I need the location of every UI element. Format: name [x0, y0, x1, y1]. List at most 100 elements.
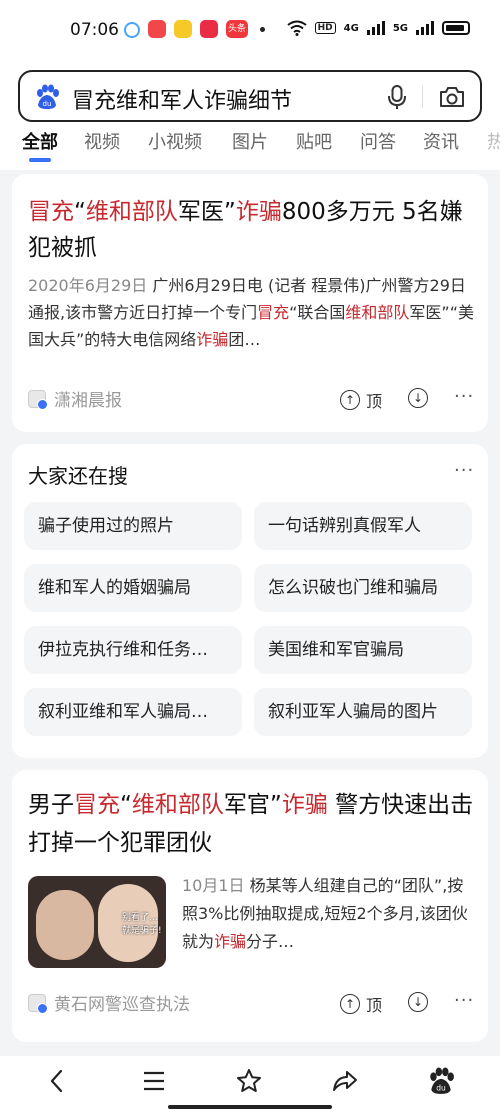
result-title[interactable]: 男子冒充“维和部队军官”诈骗 警方快速出击打掉一个犯罪团伙	[28, 786, 476, 862]
bottom-navigation: du	[0, 1056, 500, 1111]
upvote-button[interactable]: ↑ 顶	[340, 388, 382, 412]
tab-news[interactable]: 资讯	[423, 128, 459, 154]
star-icon	[237, 1069, 261, 1092]
tab-images[interactable]: 图片	[232, 128, 268, 154]
tab-short-video[interactable]: 小视频	[148, 128, 202, 154]
related-searches-title: 大家还在搜	[28, 464, 128, 488]
app-notification-icon	[124, 21, 140, 38]
signal-icon	[366, 21, 385, 35]
baidu-paw-icon: du	[37, 84, 59, 109]
search-box[interactable]: du 冒充维和军人诈骗细节	[18, 70, 482, 122]
svg-text:du: du	[436, 1084, 446, 1093]
related-search-chip[interactable]: 怎么识破也门维和骗局	[254, 564, 472, 612]
notification-icons: 头条	[124, 20, 265, 38]
upvote-button[interactable]: ↑ 顶	[340, 992, 382, 1016]
upvote-label: 顶	[366, 996, 383, 1015]
related-searches-card: 大家还在搜 ··· 骗子使用过的照片 一句话辨别真假军人 维和军人的婚姻骗局 怎…	[12, 444, 488, 758]
result-thumbnail[interactable]: 别看了… 就是骗子!	[28, 876, 166, 968]
highlighted-keyword: 维和部队	[345, 303, 410, 322]
share-icon	[333, 1071, 357, 1091]
text-segment: “	[74, 199, 86, 225]
result-date: 10月1日	[182, 876, 245, 895]
arrow-up-icon: ↑	[340, 390, 360, 410]
text-segment: 军官”	[223, 792, 282, 818]
related-search-chip[interactable]: 叙利亚维和军人骗局…	[24, 688, 242, 736]
tab-all[interactable]: 全部	[22, 128, 58, 154]
upvote-label: 顶	[366, 392, 383, 411]
arrow-up-icon: ↑	[340, 994, 360, 1014]
tab-qa[interactable]: 问答	[360, 128, 396, 154]
result-date: 2020年6月29日	[28, 276, 148, 295]
more-options-icon[interactable]: ···	[454, 386, 474, 407]
result-source[interactable]: 潇湘晨报	[28, 386, 122, 411]
battery-icon	[442, 21, 470, 35]
related-search-chip[interactable]: 美国维和军官骗局	[254, 626, 472, 674]
highlighted-keyword: 诈骗	[196, 330, 229, 349]
text-segment: 男子	[28, 792, 74, 818]
baidu-paw-icon: du	[430, 1067, 454, 1094]
search-result-card[interactable]: 冒充“维和部队军医”诈骗800多万元 5名嫌犯被抓 2020年6月29日 广州6…	[12, 174, 488, 432]
related-search-chip[interactable]: 维和军人的婚姻骗局	[24, 564, 242, 612]
more-options-icon[interactable]: ···	[454, 990, 474, 1011]
status-time: 07:06	[70, 20, 119, 40]
microphone-icon[interactable]	[384, 84, 410, 110]
highlighted-keyword: 诈骗	[235, 199, 282, 225]
menu-button[interactable]	[139, 1066, 169, 1096]
app-notification-icon	[148, 20, 166, 38]
highlighted-keyword: 冒充	[257, 303, 290, 322]
result-title[interactable]: 冒充“维和部队军医”诈骗800多万元 5名嫌犯被抓	[28, 194, 476, 266]
home-indicator	[168, 1105, 332, 1109]
back-arrow-icon	[50, 1069, 63, 1093]
source-name: 潇湘晨报	[54, 391, 122, 411]
menu-icon	[144, 1071, 164, 1091]
text-segment: 分子…	[246, 932, 295, 951]
search-result-card[interactable]: 男子冒充“维和部队军官”诈骗 警方快速出击打掉一个犯罪团伙 别看了… 就是骗子!…	[12, 770, 488, 1042]
source-name: 黄石网警巡查执法	[54, 995, 190, 1015]
text-segment: 军医”	[177, 199, 236, 225]
wifi-icon	[287, 20, 307, 36]
photo-face	[36, 890, 94, 960]
tab-hot[interactable]: 热	[487, 128, 500, 154]
status-bar: 07:06 头条 HD 4G 5G	[0, 0, 500, 62]
result-snippet: 10月1日 杨某等人组建自己的“团队”,按照3%比例抽取提成,短短2个多月,该团…	[182, 872, 474, 958]
active-tab-indicator	[29, 158, 51, 162]
thumbnail-caption: 别看了… 就是骗子!	[122, 913, 162, 936]
related-search-chip[interactable]: 伊拉克执行维和任务…	[24, 626, 242, 674]
highlighted-keyword: 诈骗	[281, 792, 328, 818]
tab-tieba[interactable]: 贴吧	[296, 128, 332, 154]
more-options-icon[interactable]: ···	[454, 460, 474, 481]
tab-video[interactable]: 视频	[84, 128, 120, 154]
divider	[422, 86, 423, 108]
hd-icon: HD	[314, 22, 336, 34]
text-segment: “	[120, 792, 132, 818]
app-notification-icon	[174, 20, 192, 38]
downvote-button[interactable]: ↓	[408, 992, 428, 1012]
signal-icon	[416, 21, 434, 35]
more-notifications-dot	[260, 26, 265, 32]
source-avatar-icon	[28, 389, 48, 410]
share-button[interactable]	[330, 1066, 360, 1096]
back-button[interactable]	[42, 1066, 72, 1096]
highlighted-keyword: 维和部队	[85, 199, 178, 225]
related-search-chip[interactable]: 骗子使用过的照片	[24, 502, 242, 550]
favorite-button[interactable]	[234, 1066, 264, 1096]
downvote-button[interactable]: ↓	[408, 388, 428, 408]
text-segment: 团…	[228, 330, 261, 349]
search-input[interactable]: 冒充维和军人诈骗细节	[72, 83, 292, 115]
highlighted-keyword: 冒充	[74, 792, 120, 818]
system-icons: HD 4G 5G	[287, 20, 470, 36]
toutiao-icon: 头条	[226, 20, 248, 38]
camera-icon[interactable]	[438, 84, 466, 110]
related-search-chip[interactable]: 一句话辨别真假军人	[254, 502, 472, 550]
svg-text:du: du	[43, 100, 52, 108]
network-5g-label: 5G	[392, 22, 408, 34]
source-avatar-icon	[28, 993, 48, 1014]
highlighted-keyword: 冒充	[28, 199, 74, 225]
highlighted-keyword: 诈骗	[214, 932, 247, 951]
related-search-chip[interactable]: 叙利亚军人骗局的图片	[254, 688, 472, 736]
result-snippet: 2020年6月29日 广州6月29日电 (记者 程景伟)广州警方29日通报,该市…	[28, 272, 478, 356]
result-source[interactable]: 黄石网警巡查执法	[28, 990, 190, 1015]
arrow-down-icon: ↓	[408, 388, 428, 408]
baidu-home-button[interactable]: du	[426, 1066, 456, 1096]
app-notification-icon	[200, 20, 218, 38]
